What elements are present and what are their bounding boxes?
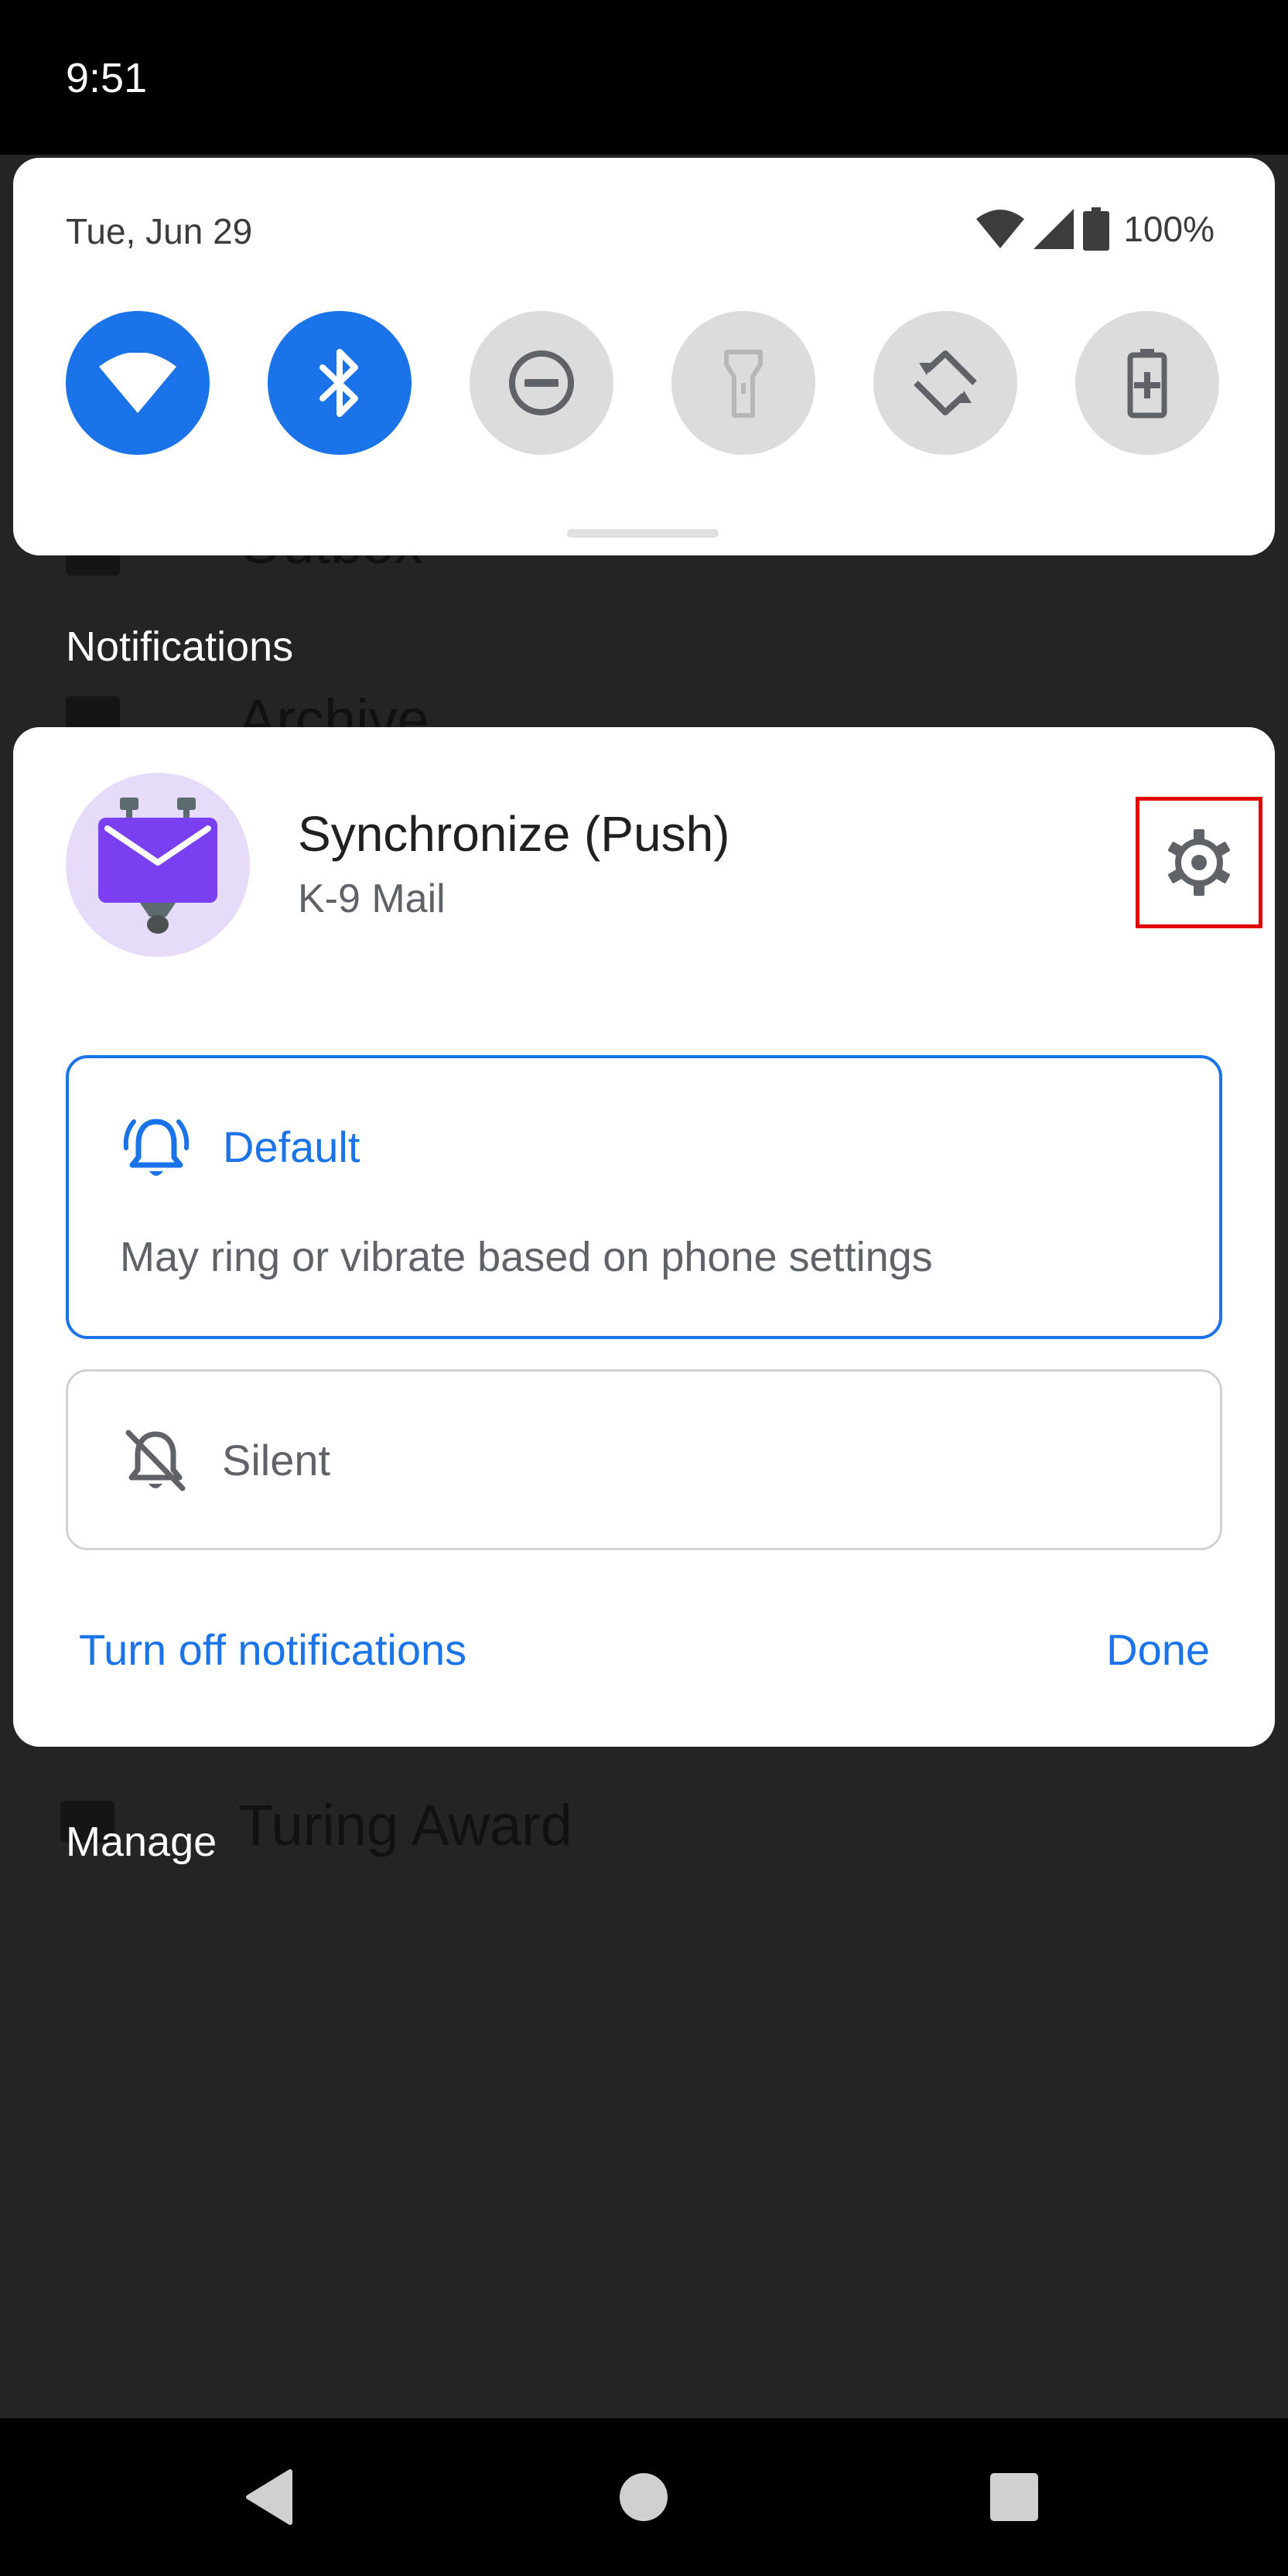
wifi-tile[interactable] xyxy=(66,311,210,455)
navigation-bar xyxy=(0,2418,1288,2576)
wifi-signal-icon xyxy=(976,210,1025,248)
battery-saver-icon xyxy=(1127,349,1167,419)
back-button[interactable] xyxy=(207,2418,331,2576)
flashlight-icon xyxy=(724,350,763,418)
status-time: 9:51 xyxy=(66,55,148,101)
battery-percent: 100% xyxy=(1123,209,1215,249)
bg-folder-turing-award: Turing Award xyxy=(238,1793,572,1857)
default-option[interactable]: Default May ring or vibrate based on pho… xyxy=(66,1055,1222,1339)
bluetooth-icon xyxy=(319,349,358,417)
k9-mail-logo-icon xyxy=(98,798,217,934)
bell-off-icon xyxy=(125,1430,186,1491)
notifications-header: Notifications xyxy=(66,624,294,670)
wifi-icon xyxy=(99,353,176,413)
ringing-bell-icon xyxy=(123,1119,190,1176)
do-not-disturb-tile[interactable] xyxy=(470,311,613,455)
default-option-label: Default xyxy=(223,1122,360,1171)
do-not-disturb-icon xyxy=(509,350,574,415)
default-option-description: May ring or vibrate based on phone setti… xyxy=(120,1234,933,1280)
recents-button[interactable] xyxy=(952,2418,1076,2576)
notification-title: Synchronize (Push) xyxy=(298,806,730,862)
silent-option-label: Silent xyxy=(222,1436,331,1484)
cell-signal-icon xyxy=(1033,209,1074,249)
back-triangle-icon xyxy=(246,2469,292,2525)
auto-rotate-icon xyxy=(914,350,977,415)
battery-icon xyxy=(1083,207,1110,251)
silent-option[interactable]: Silent xyxy=(66,1369,1222,1550)
bluetooth-tile[interactable] xyxy=(268,311,412,455)
flashlight-tile[interactable] xyxy=(671,311,815,455)
done-button[interactable]: Done xyxy=(1106,1625,1210,1675)
turn-off-notifications-button[interactable]: Turn off notifications xyxy=(79,1625,466,1675)
auto-rotate-tile[interactable] xyxy=(873,311,1017,455)
battery-saver-tile[interactable] xyxy=(1075,311,1219,455)
screen: Outbox Archive Turing Award 9:51 Tue, Ju… xyxy=(0,0,1288,2576)
recents-square-icon xyxy=(990,2473,1038,2521)
notification-app-name: K-9 Mail xyxy=(298,876,446,921)
notification-card: Synchronize (Push) K-9 Mail Default May … xyxy=(13,727,1275,1747)
notification-settings-button[interactable] xyxy=(1136,797,1262,928)
home-button[interactable] xyxy=(582,2418,705,2576)
gear-icon xyxy=(1167,829,1231,896)
qs-date: Tue, Jun 29 xyxy=(66,211,253,251)
qs-drag-handle[interactable] xyxy=(567,529,719,538)
qs-status-icons: 100% xyxy=(976,207,1215,251)
status-bar: 9:51 xyxy=(0,0,1288,155)
k9-mail-app-icon xyxy=(66,773,250,957)
qs-tiles xyxy=(66,311,1231,458)
quick-settings-panel: Tue, Jun 29 100% xyxy=(13,158,1275,555)
manage-button[interactable]: Manage xyxy=(66,1818,217,1866)
home-circle-icon xyxy=(620,2473,668,2521)
